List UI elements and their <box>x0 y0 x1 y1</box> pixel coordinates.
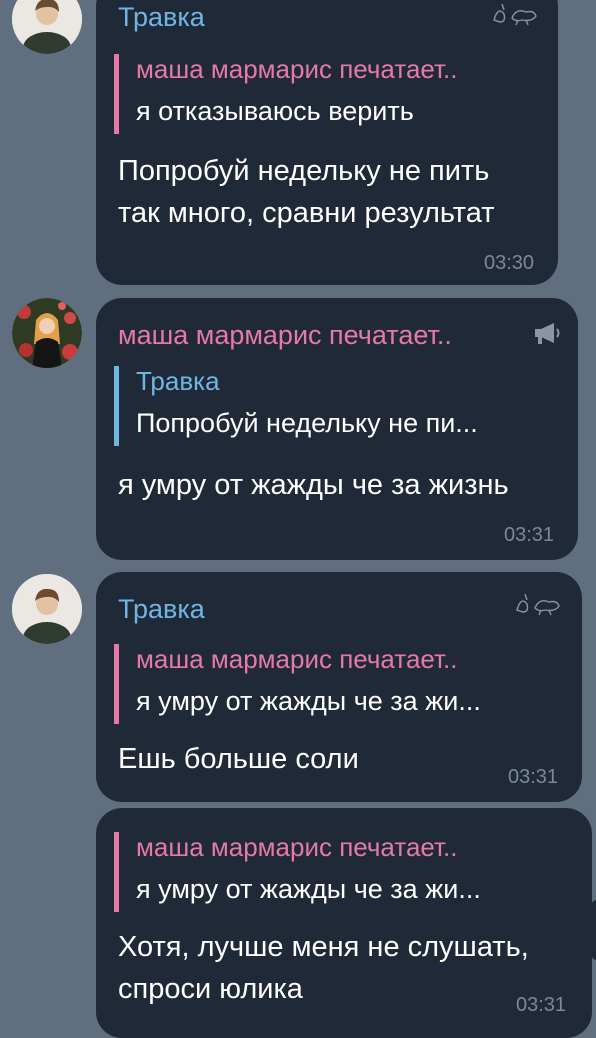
reply-text: я умру от жажды че за жи... <box>136 874 481 904</box>
reply-quote[interactable]: маша мармарис печатает.. я умру от жажды… <box>114 644 481 724</box>
goose-sticker-icon <box>512 590 564 621</box>
scroll-edge-indicator[interactable] <box>591 900 596 960</box>
goose-sticker-icon <box>492 0 538 31</box>
avatar-masha[interactable] <box>12 298 82 368</box>
reply-sender-name: Травка <box>136 366 220 396</box>
reply-sender-name: маша мармарис печатает.. <box>136 644 458 674</box>
reply-sender-name: маша мармарис печатает.. <box>136 54 458 84</box>
message-time: 03:30 <box>484 252 535 274</box>
message-time: 03:31 <box>508 766 559 788</box>
reply-text: я умру от жажды че за жи... <box>136 686 481 716</box>
reply-text: я отказываюсь верить <box>136 96 414 126</box>
message-bubble[interactable]: маша мармарис печатает.. я умру от жажды… <box>96 808 592 1038</box>
message-bubble[interactable]: Травка маша мармарис печатает.. я отказы… <box>96 0 558 285</box>
message-bubble[interactable]: маша мармарис печатает.. Травка Попробуй… <box>96 298 578 560</box>
message-text: Хотя, лучше меня не слушать, спроси юлик… <box>118 931 529 1005</box>
megaphone-icon[interactable] <box>532 320 564 351</box>
sender-name[interactable]: маша мармарис печатает.. <box>118 320 452 351</box>
avatar-travka[interactable] <box>12 0 82 54</box>
message-text: я умру от жажды че за жизнь <box>118 469 509 501</box>
message-time: 03:31 <box>504 524 555 546</box>
reply-text: Попробуй недельку не пи... <box>136 408 478 438</box>
sender-name[interactable]: Травка <box>118 594 205 625</box>
avatar-travka[interactable] <box>12 574 82 644</box>
reply-quote[interactable]: маша мармарис печатает.. я отказываюсь в… <box>114 54 457 134</box>
reply-quote[interactable]: Травка Попробуй недельку не пи... <box>114 366 478 446</box>
message-text: Ешь больше соли <box>118 743 359 775</box>
message-bubble[interactable]: Травка маша мармарис печатает.. я умру о… <box>96 572 582 802</box>
message-text: Попробуй недельку не пить так много, сра… <box>118 155 495 229</box>
reply-sender-name: маша мармарис печатает.. <box>136 832 458 862</box>
sender-name[interactable]: Травка <box>118 2 205 33</box>
reply-quote[interactable]: маша мармарис печатает.. я умру от жажды… <box>114 832 481 912</box>
